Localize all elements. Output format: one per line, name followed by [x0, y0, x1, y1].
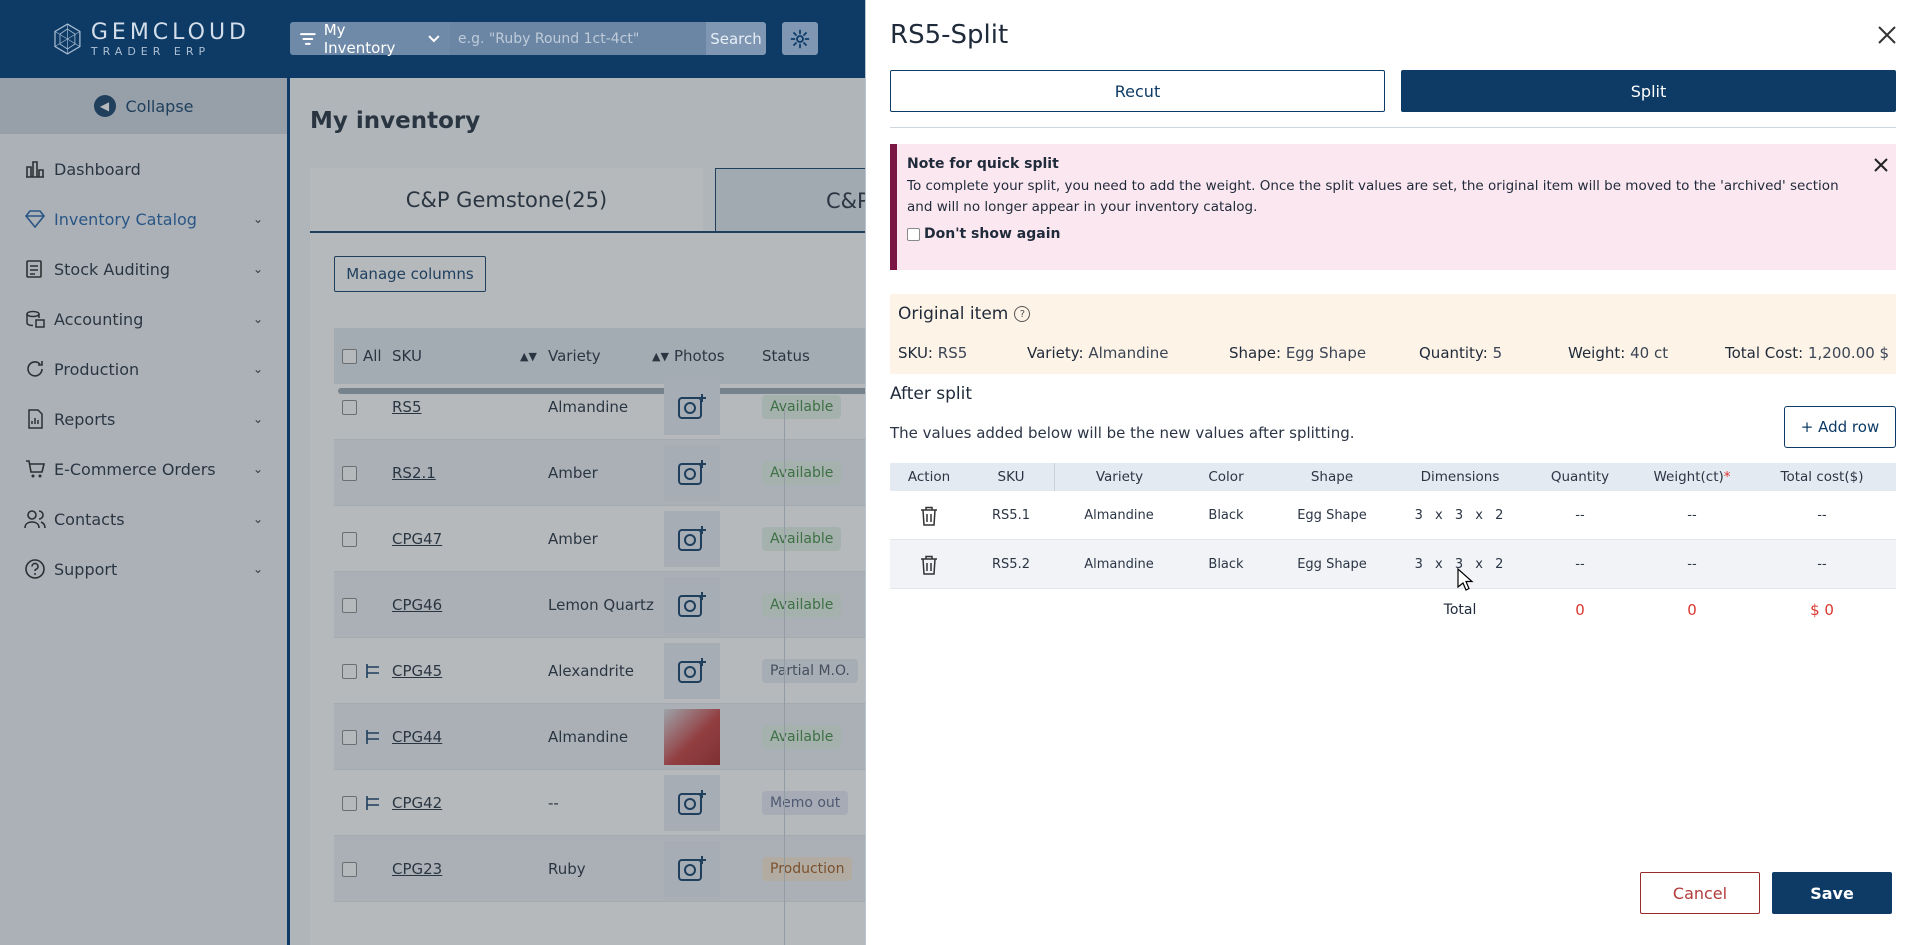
logo[interactable]: GEMCLOUD TRADER ERP [50, 16, 250, 62]
filter-icon [300, 32, 316, 45]
split-weight-cell[interactable]: -- [1636, 491, 1748, 540]
split-shape-cell: Egg Shape [1297, 508, 1367, 523]
dont-show-again[interactable]: Don't show again [907, 226, 1060, 242]
save-button[interactable]: Save [1772, 872, 1892, 914]
dont-show-again-checkbox[interactable] [907, 227, 920, 241]
split-variety-cell: Almandine [1084, 508, 1154, 523]
split-table-header: Action SKU Variety Color Shape Dimension… [890, 463, 1896, 491]
split-row: RS5.1 Almandine Black Egg Shape 3 x 3 x 2 -- -… [890, 491, 1896, 540]
help-icon[interactable]: ? [1014, 306, 1031, 322]
original-variety: Variety: Almandine [1027, 344, 1169, 362]
trash-icon [921, 506, 937, 526]
after-split-title: After split [890, 384, 972, 404]
gem-logo-icon [54, 23, 81, 55]
original-shape: Shape: Egg Shape [1229, 344, 1367, 362]
inventory-filter-dropdown[interactable]: My Inventory [290, 20, 450, 57]
mouse-cursor-icon [1457, 568, 1474, 591]
search-button[interactable]: Search [706, 22, 766, 55]
close-icon [1878, 26, 1896, 44]
recut-mode-button[interactable]: Recut [890, 70, 1385, 112]
original-total-cost: Total Cost: 1,200.00 $ [1725, 344, 1890, 362]
note-title: Note for quick split [907, 156, 1059, 172]
close-modal-button[interactable] [1874, 22, 1900, 48]
split-color-cell: Black [1208, 508, 1244, 523]
split-cost-cell[interactable]: -- [1748, 540, 1896, 589]
split-quantity-cell[interactable]: -- [1524, 540, 1636, 589]
quick-split-note: Note for quick split To complete your sp… [890, 144, 1896, 270]
after-split-description: The values added below will be the new v… [890, 424, 1355, 442]
overlay-backdrop[interactable] [0, 78, 287, 945]
original-weight: Weight: 40 ct [1568, 344, 1669, 362]
split-total-row: Total 0 0 $ 0 [890, 590, 1896, 630]
split-sku-cell: RS5.1 [992, 508, 1030, 523]
cancel-button[interactable]: Cancel [1640, 872, 1760, 914]
gear-icon [790, 29, 810, 48]
chevron-down-icon [428, 34, 440, 42]
total-weight: 0 [1687, 601, 1697, 619]
total-label: Total [1443, 602, 1477, 618]
split-weight-cell[interactable]: -- [1636, 540, 1748, 589]
logo-subtitle: TRADER ERP [90, 44, 211, 58]
sidebar: ◀ Collapse Dashboard Inventory Catalog ⌄… [0, 78, 290, 945]
original-sku: SKU: RS5 [898, 344, 968, 362]
split-mode-button[interactable]: Split [1401, 70, 1896, 112]
filter-label: My Inventory [323, 20, 396, 57]
original-item-panel: Original item ? SKU: RS5 Variety: Almand… [890, 294, 1896, 374]
search-settings-button[interactable] [782, 22, 818, 55]
split-variety-cell: Almandine [1084, 557, 1154, 572]
search-input[interactable] [450, 22, 706, 55]
original-item-title: Original item [898, 304, 1009, 324]
split-row: RS5.2 Almandine Black Egg Shape 3 x 3 x 2 -- -… [890, 540, 1896, 589]
delete-row-button[interactable] [890, 540, 968, 589]
divider [890, 127, 1896, 128]
split-dimensions-cell[interactable]: 3 x 3 x 2 [1396, 491, 1524, 540]
total-cost: $ 0 [1810, 601, 1834, 619]
split-sku-cell: RS5.2 [992, 557, 1030, 572]
split-color-cell: Black [1208, 557, 1244, 572]
note-body: To complete your split, you need to add … [907, 178, 1839, 215]
split-modal: RS5-Split Recut Split Note for quick spl… [865, 0, 1920, 945]
split-shape-cell: Egg Shape [1297, 557, 1367, 572]
logo-name: GEMCLOUD [90, 19, 250, 45]
split-cost-cell[interactable]: -- [1748, 491, 1896, 540]
delete-row-button[interactable] [890, 491, 968, 540]
original-quantity: Quantity: 5 [1419, 344, 1503, 362]
add-row-button[interactable]: + Add row [1784, 406, 1896, 448]
modal-title: RS5-Split [890, 20, 1009, 50]
trash-icon [921, 555, 937, 575]
split-quantity-cell[interactable]: -- [1524, 491, 1636, 540]
total-quantity: 0 [1575, 601, 1585, 619]
close-note-icon[interactable] [1872, 156, 1890, 174]
